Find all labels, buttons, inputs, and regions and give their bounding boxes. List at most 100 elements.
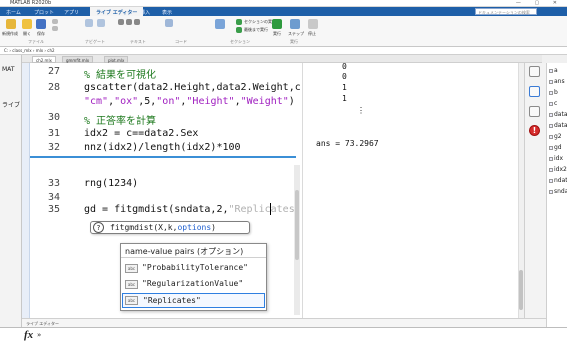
- section-break-icon[interactable]: [215, 19, 225, 29]
- status-bar: ライブ エディター: [22, 318, 546, 327]
- editor-tab[interactable]: gmmfit.mlx: [62, 56, 94, 63]
- string-icon: abc: [125, 280, 138, 289]
- workspace-item[interactable]: ndat: [549, 177, 567, 184]
- run-button-label[interactable]: 実行: [273, 31, 281, 37]
- code-line[interactable]: % 正答率を計算: [84, 112, 156, 127]
- new-file-icon[interactable]: [6, 19, 16, 29]
- text-cursor: [270, 203, 271, 215]
- workspace-item[interactable]: a: [549, 67, 558, 74]
- stop-button-label[interactable]: 停止: [308, 31, 316, 37]
- code-line[interactable]: gscatter(data2.Height,data2.Weight,c,: [84, 82, 307, 93]
- signature-prefix: fitgmdist(X,k,: [110, 223, 178, 232]
- section-file: ファイル: [28, 39, 44, 44]
- refactor-icon[interactable]: [165, 19, 173, 27]
- stop-icon[interactable]: [308, 19, 318, 29]
- output-value: 1: [342, 94, 347, 103]
- code-line-continuation[interactable]: "cm","ox",5,"on","Height","Weight"): [84, 96, 295, 107]
- variable-icon: [549, 178, 553, 183]
- code-line[interactable]: % 結果を可視化: [84, 66, 156, 81]
- help-icon[interactable]: ?: [93, 222, 104, 233]
- variable-icon: [549, 189, 553, 194]
- section-text: テキスト: [130, 39, 146, 44]
- output-toolbar: [524, 63, 546, 318]
- tab-insert[interactable]: 挿入: [140, 7, 150, 16]
- line-number: 32: [47, 142, 60, 153]
- run-icon[interactable]: [272, 19, 282, 29]
- workspace-item[interactable]: snda: [549, 188, 567, 195]
- run-section-icon[interactable]: [236, 19, 242, 25]
- left-panel-item[interactable]: MAT: [2, 66, 14, 73]
- workspace-item[interactable]: g2: [549, 133, 562, 140]
- italic-icon[interactable]: [126, 19, 132, 25]
- bold-icon[interactable]: [118, 19, 124, 25]
- left-panel-item[interactable]: ライブ: [2, 100, 20, 109]
- compare-icon[interactable]: [52, 19, 58, 24]
- line-number: 28: [47, 82, 60, 93]
- code-token: ,5,: [138, 96, 157, 107]
- line-number: 35: [47, 204, 60, 215]
- editor-scrollbar-thumb[interactable]: [295, 190, 299, 260]
- workspace-item[interactable]: c: [549, 100, 557, 107]
- output-scrollbar-thumb[interactable]: [519, 270, 523, 310]
- signature-suffix: ): [211, 223, 216, 232]
- tab-plots[interactable]: プロット: [34, 7, 54, 16]
- code-string: "ox": [114, 96, 139, 107]
- popup-header: name-value pairs (オプション): [121, 244, 266, 258]
- variable-icon: [549, 79, 553, 84]
- section-code: コード: [175, 39, 187, 44]
- variable-icon: [549, 156, 553, 161]
- editor-tab[interactable]: plot.mlx: [104, 56, 129, 63]
- error-icon[interactable]: !: [529, 125, 540, 136]
- section-section: セクション: [230, 39, 250, 44]
- workspace-item[interactable]: data: [549, 111, 567, 118]
- find-icon[interactable]: [97, 19, 105, 27]
- save-icon[interactable]: [36, 19, 46, 29]
- output-inline-icon[interactable]: [529, 86, 540, 97]
- workspace-item[interactable]: idx: [549, 155, 563, 162]
- variable-icon: [549, 68, 553, 73]
- code-line[interactable]: idx2 = c==data2.Sex: [84, 128, 198, 139]
- new-button-label[interactable]: 新規作成: [2, 31, 18, 37]
- save-button-label[interactable]: 保存: [37, 31, 45, 37]
- search-input[interactable]: ドキュメンテーションの検索: [475, 8, 537, 15]
- hide-code-icon[interactable]: [529, 106, 540, 117]
- print-icon[interactable]: [52, 26, 58, 31]
- function-signature: fitgmdist(X,k,options): [110, 223, 216, 232]
- goto-icon[interactable]: [85, 19, 93, 27]
- code-line[interactable]: nnz(idx2)/length(idx2)*100: [84, 142, 241, 153]
- open-folder-icon[interactable]: [22, 19, 32, 29]
- window-controls[interactable]: — ▢ ✕: [516, 0, 563, 6]
- address-bar[interactable]: C: › class_mlx › mlx › ch2: [0, 47, 567, 55]
- step-button-label[interactable]: ステップ: [288, 31, 304, 37]
- tab-apps[interactable]: アプリ: [64, 7, 79, 16]
- command-window[interactable]: [0, 327, 567, 344]
- underline-icon[interactable]: [134, 19, 140, 25]
- tab-live-editor[interactable]: ライブ エディター: [90, 7, 144, 16]
- current-folder-panel: [0, 55, 22, 337]
- step-icon[interactable]: [290, 19, 300, 29]
- string-icon: abc: [125, 296, 138, 305]
- open-button-label[interactable]: 開く: [23, 31, 31, 37]
- output-right-icon[interactable]: [529, 66, 540, 77]
- workspace-item[interactable]: idx2: [549, 166, 567, 173]
- code-line-active[interactable]: gd = fitgmdist(sndata,2,"Replicates"): [84, 204, 307, 215]
- autocomplete-item-selected[interactable]: "Replicates": [122, 293, 265, 308]
- run-to-end-icon[interactable]: [236, 27, 242, 33]
- code-token: ): [288, 96, 295, 107]
- workspace-item[interactable]: data: [549, 122, 567, 129]
- section-navigate: ナビゲート: [85, 39, 105, 44]
- workspace-item[interactable]: b: [549, 89, 558, 96]
- editor-tab[interactable]: ch2.mlx: [32, 56, 56, 63]
- line-number: 34: [47, 192, 60, 203]
- output-ellipsis: ⋮: [357, 106, 365, 115]
- workspace-item[interactable]: gd: [549, 144, 562, 151]
- tab-home[interactable]: ホーム: [6, 7, 21, 16]
- line-number: 27: [47, 66, 60, 77]
- title-bar: [0, 0, 567, 7]
- workspace-item[interactable]: ans: [549, 78, 565, 85]
- run-to-end-label[interactable]: 最後まで実行: [244, 27, 268, 33]
- autocomplete-item[interactable]: "RegularizationValue": [122, 277, 265, 292]
- code-line[interactable]: rng(1234): [84, 178, 138, 189]
- tab-view[interactable]: 表示: [162, 7, 172, 16]
- autocomplete-item[interactable]: "ProbabilityTolerance": [122, 261, 265, 276]
